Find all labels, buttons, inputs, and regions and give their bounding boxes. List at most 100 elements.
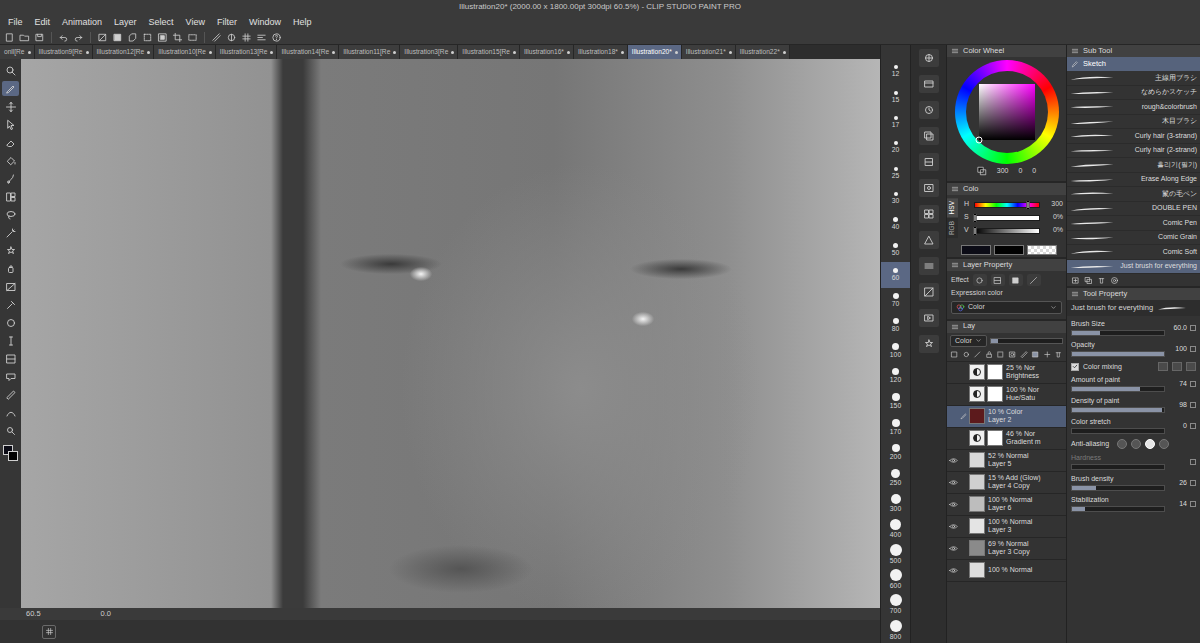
blend-icon[interactable] <box>5 173 17 185</box>
lasso-icon[interactable] <box>5 209 17 221</box>
brush-size-item[interactable]: 80 <box>881 313 910 338</box>
layer-row[interactable]: 100 % NormalLayer 6 <box>947 494 1066 516</box>
brush-size-item[interactable]: 700 <box>881 592 910 617</box>
hue-ring[interactable] <box>955 60 1059 164</box>
tool-button[interactable] <box>2 135 19 150</box>
layer-row[interactable]: 52 % NormalLayer 5 <box>947 450 1066 472</box>
pressure-settings-icon[interactable] <box>1190 381 1196 387</box>
new-layer-icon[interactable] <box>1043 350 1052 359</box>
eye-icon[interactable] <box>949 522 958 531</box>
close-tab-icon[interactable] <box>86 51 89 54</box>
brush-size-item[interactable]: 50 <box>881 237 910 262</box>
close-tab-icon[interactable] <box>270 51 273 54</box>
panel-menu-icon[interactable] <box>1071 290 1079 298</box>
command-button[interactable] <box>226 32 237 43</box>
grid-icon[interactable] <box>45 627 54 636</box>
color-mode-tab[interactable]: RGB <box>947 218 958 238</box>
layer-opacity-slider[interactable] <box>990 338 1063 344</box>
document-tab[interactable]: Illustration9[Re <box>35 45 93 59</box>
sub-tool-item[interactable]: 鬣の毛ペン <box>1067 187 1200 202</box>
clip-icon[interactable] <box>950 350 959 359</box>
visibility-toggle[interactable] <box>947 544 959 553</box>
fill-icon[interactable] <box>5 155 17 167</box>
document-tab[interactable]: Illustration11[Re <box>339 45 400 59</box>
brush-size-item[interactable]: 60 <box>881 262 910 287</box>
document-tab[interactable]: Illustration3[Re <box>400 45 458 59</box>
brush-size-item[interactable]: 15 <box>881 84 910 109</box>
eye-icon[interactable] <box>949 500 958 509</box>
layer-row[interactable]: 69 % NormalLayer 3 Copy <box>947 538 1066 560</box>
sub-tool-item[interactable]: DOUBLE PEN <box>1067 202 1200 217</box>
brush-size-item[interactable]: 100 <box>881 338 910 363</box>
property-slider[interactable] <box>1071 506 1165 512</box>
eraser-icon[interactable] <box>5 137 17 149</box>
brush-size-item[interactable]: 17 <box>881 110 910 135</box>
brush-size-item[interactable]: 12 <box>881 59 910 84</box>
snap-special-icon[interactable] <box>226 32 237 43</box>
eyedropper-icon[interactable] <box>5 299 17 311</box>
sub-tool-item[interactable]: Erase Along Edge <box>1067 173 1200 188</box>
anti-aliasing-option[interactable] <box>1131 439 1141 449</box>
tool-button[interactable] <box>2 63 19 78</box>
layer-row[interactable]: 46 % NorGradient m <box>947 428 1066 450</box>
brush-size-item[interactable]: 25 <box>881 161 910 186</box>
search-icon[interactable] <box>5 425 17 437</box>
open-icon[interactable] <box>19 32 30 43</box>
property-slider[interactable] <box>1071 386 1165 392</box>
visibility-toggle[interactable] <box>947 478 959 487</box>
panel-button[interactable] <box>919 127 939 145</box>
eye-icon[interactable] <box>949 544 958 553</box>
channel-slider[interactable] <box>974 215 1040 221</box>
close-tab-icon[interactable] <box>567 51 570 54</box>
gradient-icon[interactable] <box>5 281 17 293</box>
frame-border-icon[interactable] <box>5 353 17 365</box>
panel-menu-icon[interactable] <box>951 185 959 193</box>
brush-size-item[interactable]: 300 <box>881 491 910 516</box>
layer-row[interactable]: 10 % ColorLayer 2 <box>947 406 1066 428</box>
property-value[interactable]: 0 <box>1165 418 1187 434</box>
color-icon[interactable] <box>3 445 19 461</box>
menu-item[interactable]: Help <box>287 16 318 28</box>
brush-size-item[interactable]: 200 <box>881 440 910 465</box>
property-slider[interactable] <box>1071 485 1165 491</box>
sub-tool-item[interactable]: Comic Pen <box>1067 216 1200 231</box>
layer-row[interactable]: 15 % Add (Glow)Layer 4 Copy <box>947 472 1066 494</box>
decoration-icon[interactable] <box>5 245 17 257</box>
anti-aliasing-option[interactable] <box>1117 439 1127 449</box>
save-icon[interactable] <box>34 32 45 43</box>
property-slider[interactable] <box>1071 330 1165 336</box>
color-mode-tab[interactable]: HSV <box>947 198 958 217</box>
color-history-icon[interactable] <box>923 260 935 272</box>
brush-size-item[interactable]: 500 <box>881 541 910 566</box>
auto-select-icon[interactable] <box>5 227 17 239</box>
text-cursor-icon[interactable] <box>5 335 17 347</box>
item-bank-icon[interactable] <box>923 156 935 168</box>
brush-size-item[interactable]: 600 <box>881 567 910 592</box>
tone-effect-icon[interactable] <box>993 276 1002 285</box>
close-tab-icon[interactable] <box>451 51 454 54</box>
close-tab-icon[interactable] <box>675 51 678 54</box>
property-value[interactable]: 60.0 <box>1165 320 1187 336</box>
menu-item[interactable]: Filter <box>211 16 243 28</box>
pressure-settings-icon[interactable] <box>1190 325 1196 331</box>
sub-tool-item[interactable]: 主線用ブラシ <box>1067 71 1200 86</box>
brush-size-item[interactable]: 70 <box>881 288 910 313</box>
sub-color-swatch[interactable] <box>8 451 18 461</box>
document-tab[interactable]: Illustration12[Re <box>93 45 155 59</box>
brush-size-item[interactable]: 150 <box>881 389 910 414</box>
new-icon[interactable] <box>4 32 15 43</box>
tool-button[interactable] <box>2 207 19 222</box>
command-button[interactable] <box>112 32 123 43</box>
channel-marker[interactable] <box>974 214 977 222</box>
command-button[interactable] <box>271 32 282 43</box>
command-button[interactable] <box>127 32 138 43</box>
frame-icon[interactable] <box>5 191 17 203</box>
navigator-button[interactable] <box>42 625 56 639</box>
tool-button[interactable] <box>2 369 19 384</box>
document-tab[interactable]: Illustration14[Re <box>277 45 339 59</box>
command-button[interactable] <box>19 32 30 43</box>
command-button[interactable] <box>211 32 222 43</box>
panel-button[interactable] <box>919 335 939 353</box>
checkmark-icon[interactable] <box>1072 363 1078 370</box>
close-tab-icon[interactable] <box>332 51 335 54</box>
